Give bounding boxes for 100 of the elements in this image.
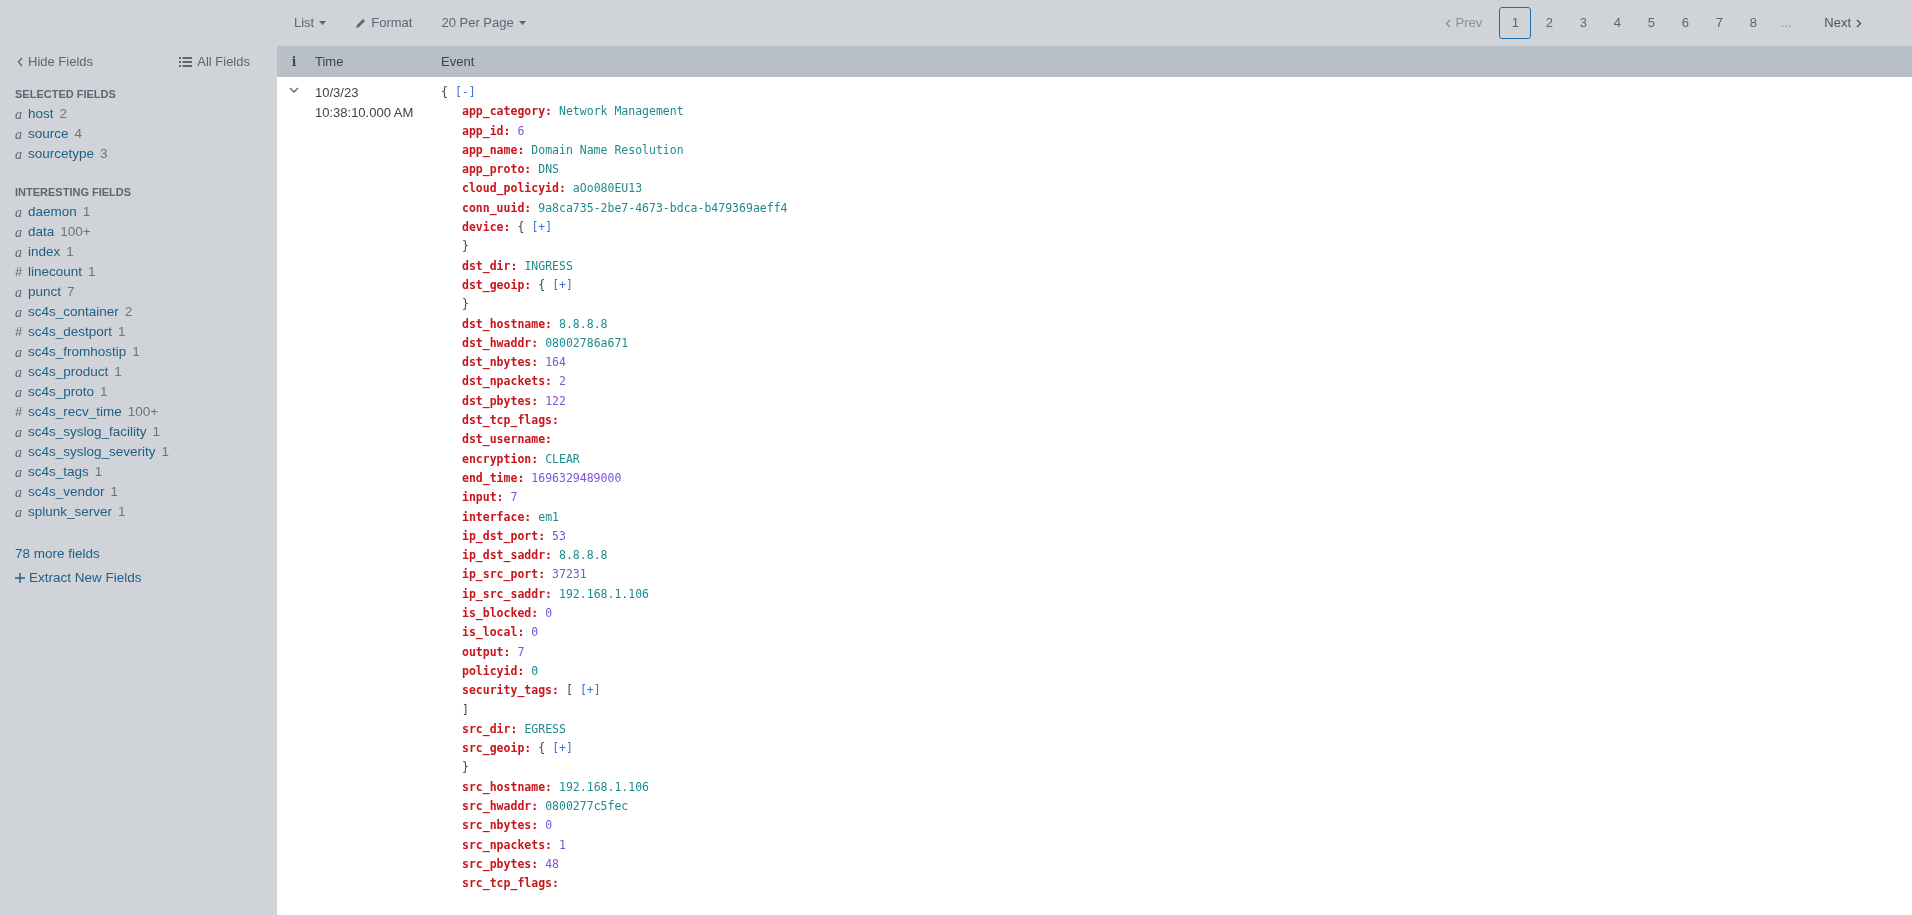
json-value: 8.8.8.8: [559, 315, 608, 333]
json-value: 08002786a671: [545, 334, 629, 352]
field-item[interactable]: a sc4s_vendor 1: [15, 482, 277, 502]
json-bracket: }: [462, 296, 469, 314]
page-button[interactable]: 8: [1737, 7, 1770, 39]
field-item[interactable]: a sc4s_proto 1: [15, 382, 277, 402]
column-header: Time: [314, 52, 345, 71]
json-bracket: ]: [462, 701, 469, 719]
dropdown-button[interactable]: List: [294, 13, 327, 33]
json-key: cloud_policyid:: [462, 179, 566, 199]
next-button[interactable]: Next: [1814, 13, 1872, 33]
json-key: src_tcp_flags:: [462, 874, 559, 894]
json-key: src_geoip:: [462, 739, 532, 759]
json-value: 0: [531, 624, 539, 642]
json-value: 9a8ca735-2be7-4673-bdca-b479369aeff4: [538, 199, 788, 217]
extract-fields-link[interactable]: Extract New Fields: [15, 568, 142, 589]
field-item[interactable]: a sc4s_tags 1: [15, 462, 277, 482]
column-header: Event: [440, 52, 475, 71]
field-item[interactable]: a host 2: [15, 104, 277, 124]
section-heading: INTERESTING FIELDS: [15, 184, 133, 200]
field-item[interactable]: a sourcetype 3: [15, 144, 277, 164]
json-value: 6: [517, 122, 525, 140]
field-item[interactable]: a daemon 1: [15, 202, 277, 222]
chevron-left-icon: [1444, 18, 1451, 28]
json-bracket: {: [441, 84, 448, 101]
json-key: dst_hwaddr:: [462, 333, 539, 354]
json-key: dst_nbytes:: [462, 353, 539, 373]
chevron-right-icon: [1856, 18, 1862, 28]
json-value: CLEAR: [545, 450, 580, 468]
collapse-toggle[interactable]: [-]: [454, 83, 476, 103]
page-button[interactable]: 1: [1499, 7, 1532, 39]
page-button[interactable]: 2: [1533, 7, 1566, 39]
json-key: app_proto:: [462, 160, 532, 180]
json-value: 37231: [552, 566, 587, 584]
field-item[interactable]: a data 100+: [15, 222, 277, 242]
json-key: src_dir:: [462, 719, 518, 740]
field-item[interactable]: # sc4s_destport 1: [15, 322, 277, 342]
json-key: encryption:: [462, 449, 539, 469]
json-value: 53: [552, 527, 566, 545]
json-key: src_npackets:: [462, 835, 552, 855]
page-button[interactable]: 7: [1703, 7, 1736, 39]
field-item[interactable]: a sc4s_syslog_facility 1: [15, 422, 277, 442]
json-key: device:: [462, 218, 511, 238]
json-value: 2: [559, 373, 566, 391]
expand-link[interactable]: [+]: [552, 739, 573, 759]
list-icon: [179, 56, 193, 67]
json-key: output:: [462, 642, 511, 662]
chevron-left-icon: [17, 56, 23, 67]
field-item[interactable]: a sc4s_syslog_severity 1: [15, 442, 277, 462]
section-heading: SELECTED FIELDS: [15, 86, 117, 102]
json-key: src_hostname:: [462, 777, 552, 797]
page-button[interactable]: 3: [1567, 7, 1600, 39]
json-key: app_name:: [462, 140, 525, 161]
json-key: interface:: [462, 507, 532, 527]
page-button[interactable]: 6: [1669, 7, 1702, 39]
expand-link[interactable]: [+]: [552, 275, 573, 296]
ellipsis: ...: [1779, 14, 1793, 33]
all-fields-button[interactable]: All Fields: [179, 51, 250, 72]
expand-link[interactable]: [+]: [579, 681, 601, 701]
json-value: 1: [559, 836, 566, 854]
field-item[interactable]: # linecount 1: [15, 262, 277, 282]
json-key: src_pbytes:: [462, 854, 539, 875]
page-button[interactable]: 5: [1635, 7, 1668, 39]
field-item[interactable]: a splunk_server 1: [15, 502, 277, 522]
field-item[interactable]: a source 4: [15, 124, 277, 144]
json-key: src_hwaddr:: [462, 797, 539, 817]
field-item[interactable]: a sc4s_container 2: [15, 302, 277, 322]
more-fields-link[interactable]: 78 more fields: [15, 544, 100, 565]
json-value: Network Management: [559, 103, 684, 121]
pencil-icon: [355, 17, 367, 29]
hide-fields-button[interactable]: Hide Fields: [17, 51, 94, 72]
chevron-down-icon: [289, 87, 299, 93]
field-item[interactable]: # sc4s_recv_time 100+: [15, 402, 277, 422]
field-item[interactable]: a sc4s_product 1: [15, 362, 277, 382]
json-value: 1696329489000: [531, 469, 622, 487]
json-key: input:: [462, 488, 504, 508]
json-key: end_time:: [462, 468, 525, 489]
json-key: is_blocked:: [462, 604, 539, 624]
format-button[interactable]: Format: [355, 13, 413, 33]
json-key: ip_dst_saddr:: [462, 546, 552, 566]
json-value: 0800277c5fec: [545, 798, 629, 815]
field-item[interactable]: a punct 7: [15, 282, 277, 302]
json-bracket: [: [565, 682, 573, 700]
json-bracket: {: [517, 219, 525, 237]
json-key: dst_username:: [462, 430, 552, 450]
dropdown-button[interactable]: 20 Per Page: [441, 13, 526, 33]
json-value: aOo080EU13: [572, 180, 643, 198]
page-button[interactable]: 4: [1601, 7, 1634, 39]
expand-link[interactable]: [+]: [531, 218, 553, 238]
json-bracket: {: [538, 276, 546, 294]
json-key: dst_npackets:: [462, 372, 552, 392]
json-key: policyid:: [462, 661, 525, 682]
json-key: dst_hostname:: [462, 314, 552, 334]
json-value: 7: [517, 643, 525, 661]
json-value: 164: [545, 354, 566, 372]
json-key: ip_src_port:: [462, 565, 546, 585]
json-bracket: }: [462, 759, 469, 777]
column-header: i: [290, 53, 298, 71]
field-item[interactable]: a sc4s_fromhostip 1: [15, 342, 277, 362]
field-item[interactable]: a index 1: [15, 242, 277, 262]
